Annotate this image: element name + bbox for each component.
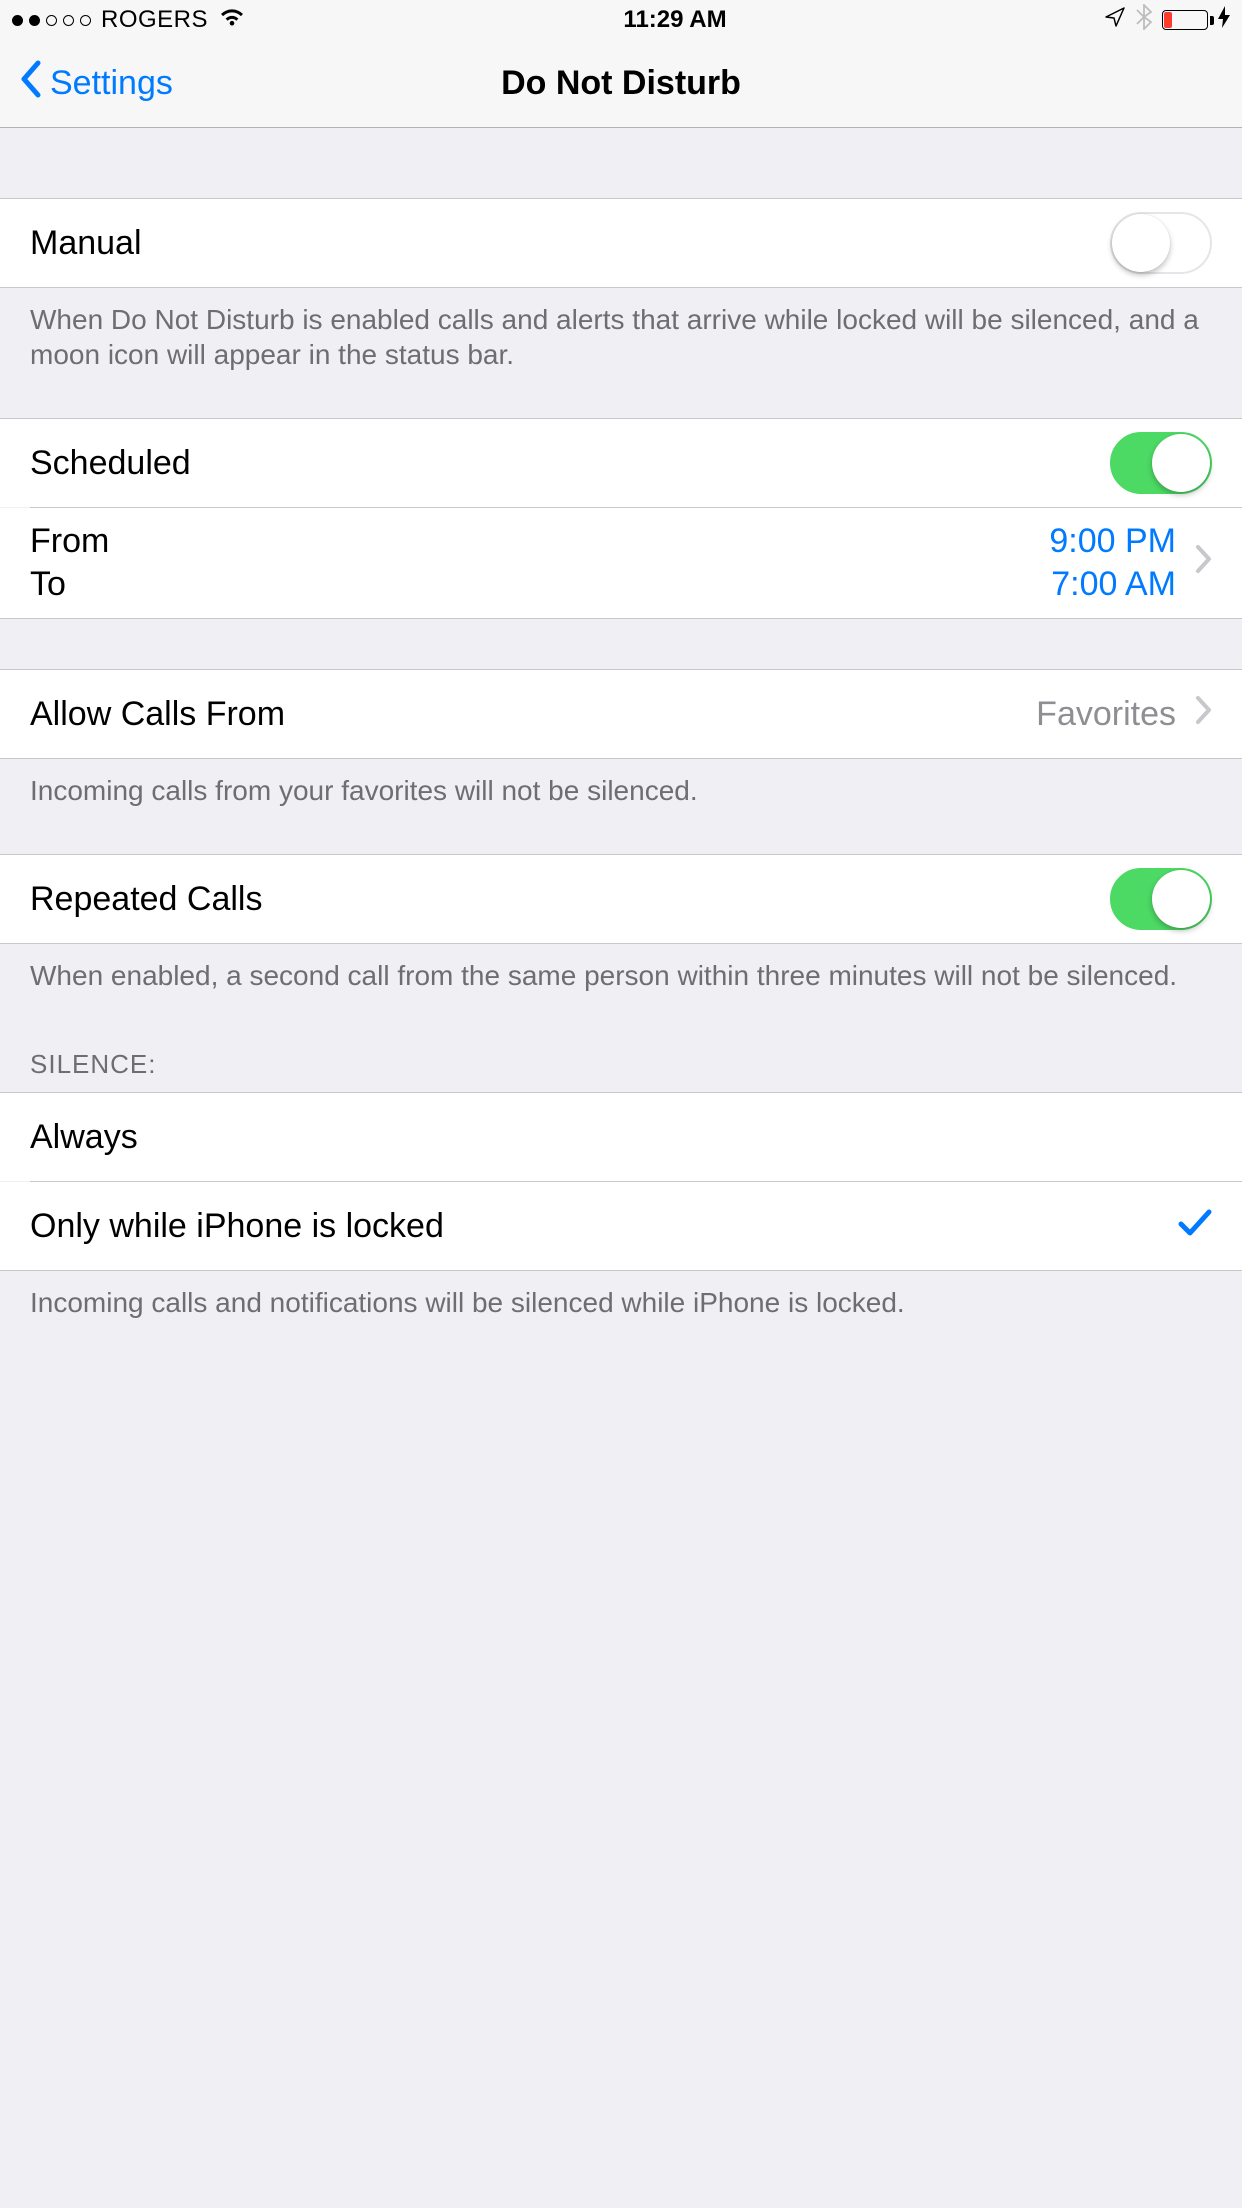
signal-strength-icon <box>12 15 91 26</box>
from-label: From <box>30 522 109 561</box>
silence-group: Always Only while iPhone is locked <box>0 1092 1242 1271</box>
bluetooth-icon <box>1136 4 1152 37</box>
wifi-icon <box>218 6 246 35</box>
manual-group: Manual <box>0 198 1242 288</box>
repeated-calls-toggle[interactable] <box>1110 868 1212 930</box>
scheduled-cell[interactable]: Scheduled <box>0 419 1242 507</box>
group-spacer <box>0 993 1242 1049</box>
status-left: ROGERS <box>12 6 246 35</box>
nav-bar: Settings Do Not Disturb <box>0 40 1242 128</box>
page-title: Do Not Disturb <box>0 64 1242 103</box>
repeated-calls-cell[interactable]: Repeated Calls <box>0 855 1242 943</box>
back-button[interactable]: Settings <box>0 59 173 108</box>
manual-cell[interactable]: Manual <box>0 199 1242 287</box>
repeated-calls-group: Repeated Calls <box>0 854 1242 944</box>
group-spacer <box>0 372 1242 418</box>
group-spacer <box>0 808 1242 854</box>
manual-toggle[interactable] <box>1110 212 1212 274</box>
status-time: 11:29 AM <box>246 6 1104 34</box>
silence-footer: Incoming calls and notifications will be… <box>0 1271 1242 1320</box>
to-value: 7:00 AM <box>1051 565 1176 604</box>
back-label: Settings <box>50 64 173 103</box>
chevron-right-icon <box>1194 695 1212 734</box>
allow-calls-group: Allow Calls From Favorites <box>0 669 1242 759</box>
silence-option-locked[interactable]: Only while iPhone is locked <box>0 1182 1242 1270</box>
scheduled-group: Scheduled From 9:00 PM To 7:00 AM <box>0 418 1242 619</box>
schedule-time-cell[interactable]: From 9:00 PM To 7:00 AM <box>0 508 1242 618</box>
from-value: 9:00 PM <box>1049 522 1176 561</box>
allow-calls-footer: Incoming calls from your favorites will … <box>0 759 1242 808</box>
charging-icon <box>1218 6 1230 34</box>
location-icon <box>1104 6 1126 35</box>
status-bar: ROGERS 11:29 AM <box>0 0 1242 40</box>
allow-calls-label: Allow Calls From <box>30 695 1036 734</box>
group-spacer <box>0 128 1242 198</box>
battery-icon <box>1162 6 1230 34</box>
allow-calls-value: Favorites <box>1036 695 1176 734</box>
chevron-right-icon <box>1194 544 1212 583</box>
silence-header: SILENCE: <box>0 1049 1242 1092</box>
allow-calls-cell[interactable]: Allow Calls From Favorites <box>0 670 1242 758</box>
repeated-calls-footer: When enabled, a second call from the sam… <box>0 944 1242 993</box>
manual-footer: When Do Not Disturb is enabled calls and… <box>0 288 1242 372</box>
silence-always-label: Always <box>30 1118 1212 1157</box>
manual-label: Manual <box>30 224 1110 263</box>
chevron-left-icon <box>18 59 42 108</box>
scheduled-label: Scheduled <box>30 444 1110 483</box>
carrier-label: ROGERS <box>101 6 208 34</box>
status-right <box>1104 4 1230 37</box>
repeated-calls-label: Repeated Calls <box>30 880 1110 919</box>
silence-locked-label: Only while iPhone is locked <box>30 1207 1178 1246</box>
checkmark-icon <box>1178 1207 1212 1246</box>
to-label: To <box>30 565 66 604</box>
silence-option-always[interactable]: Always <box>0 1093 1242 1181</box>
group-spacer <box>0 619 1242 669</box>
scheduled-toggle[interactable] <box>1110 432 1212 494</box>
